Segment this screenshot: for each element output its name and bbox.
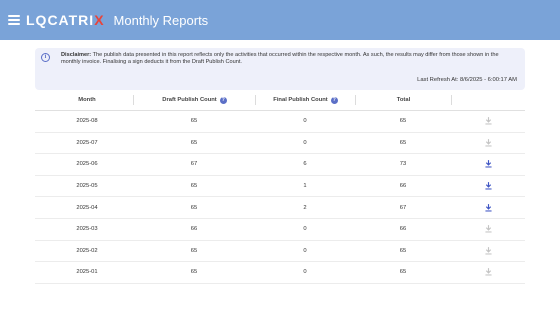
table-row: 2025-06 67 6 73 — [35, 154, 525, 176]
info-icon: i — [41, 53, 50, 62]
total-cell: 73 — [399, 161, 407, 168]
header-month: Month — [78, 97, 96, 103]
disclaimer-box: i Disclaimer: The publish data presented… — [35, 48, 525, 90]
actions-cell — [451, 246, 525, 255]
draft-count-cell: 65 — [190, 183, 198, 190]
actions-cell — [451, 160, 525, 168]
actions-cell — [451, 203, 525, 212]
draft-count-cell: 65 — [190, 269, 198, 276]
actions-cell — [451, 182, 525, 190]
table-header: Month Draft Publish Count? Final Publish… — [35, 90, 525, 111]
draft-count-cell: 65 — [190, 204, 198, 211]
month-cell: 2025-04 — [76, 204, 98, 211]
page-title: Monthly Reports — [113, 12, 209, 28]
table-row: 2025-07 65 0 65 — [35, 133, 525, 155]
total-cell: 67 — [399, 204, 407, 211]
draft-count-cell: 67 — [190, 161, 198, 168]
month-cell: 2025-05 — [76, 183, 98, 190]
download-icon[interactable] — [484, 182, 492, 190]
final-count-cell: 0 — [303, 247, 307, 254]
draft-count-cell: 65 — [190, 139, 198, 146]
final-help-icon[interactable]: ? — [330, 96, 338, 104]
disclaimer-label: Disclaimer: — [61, 52, 92, 58]
table-row: 2025-03 66 0 66 — [35, 219, 525, 241]
table-row: 2025-01 65 0 65 — [35, 262, 525, 284]
actions-cell — [451, 268, 525, 276]
draft-count-cell: 65 — [190, 247, 198, 254]
download-icon[interactable] — [484, 203, 492, 212]
download-icon — [484, 246, 492, 255]
final-count-cell: 0 — [303, 118, 307, 125]
header-total: Total — [355, 95, 451, 105]
final-count-cell: 6 — [303, 161, 307, 168]
actions-cell — [451, 138, 525, 147]
draft-count-cell: 66 — [190, 226, 198, 233]
download-icon — [484, 138, 492, 147]
table-row: 2025-05 65 1 66 — [35, 176, 525, 198]
header-actions — [451, 95, 525, 105]
menu-icon[interactable] — [8, 15, 20, 25]
final-count-cell: 0 — [303, 226, 307, 233]
draft-count-cell: 65 — [190, 118, 198, 125]
logo-text: LQCATRI — [26, 12, 95, 28]
header-draft: Draft Publish Count? — [133, 95, 255, 105]
total-cell: 65 — [399, 118, 407, 125]
table-row: 2025-08 65 0 65 — [35, 111, 525, 133]
table-row: 2025-02 65 0 65 — [35, 241, 525, 263]
final-count-cell: 1 — [303, 183, 307, 190]
month-cell: 2025-02 — [76, 247, 98, 254]
final-count-cell: 2 — [303, 204, 307, 211]
actions-cell — [451, 117, 525, 125]
actions-cell — [451, 225, 525, 233]
download-icon — [484, 117, 492, 125]
month-cell: 2025-07 — [76, 139, 98, 146]
download-icon[interactable] — [484, 160, 492, 168]
download-icon — [484, 268, 492, 276]
disclaimer-text: The publish data presented in this repor… — [61, 52, 499, 66]
total-cell: 66 — [399, 183, 407, 190]
logo-x: X — [94, 12, 105, 28]
total-cell: 65 — [399, 139, 407, 146]
draft-help-icon[interactable]: ? — [219, 96, 227, 104]
header-final: Final Publish Count? — [255, 95, 355, 105]
total-cell: 66 — [399, 226, 407, 233]
total-cell: 65 — [399, 269, 407, 276]
month-cell: 2025-03 — [76, 226, 98, 233]
download-icon — [484, 225, 492, 233]
month-cell: 2025-08 — [76, 118, 98, 125]
table-row: 2025-04 65 2 67 — [35, 197, 525, 219]
month-cell: 2025-01 — [76, 269, 98, 276]
final-count-cell: 0 — [303, 139, 307, 146]
locatrix-logo[interactable]: LQCATRI X — [26, 12, 105, 28]
reports-table: Month Draft Publish Count? Final Publish… — [35, 90, 525, 284]
last-refresh: Last Refresh At: 8/6/2025 - 6:00:17 AM — [417, 76, 517, 83]
app-header: LQCATRI X Monthly Reports — [0, 0, 560, 40]
month-cell: 2025-06 — [76, 161, 98, 168]
final-count-cell: 0 — [303, 269, 307, 276]
total-cell: 65 — [399, 247, 407, 254]
